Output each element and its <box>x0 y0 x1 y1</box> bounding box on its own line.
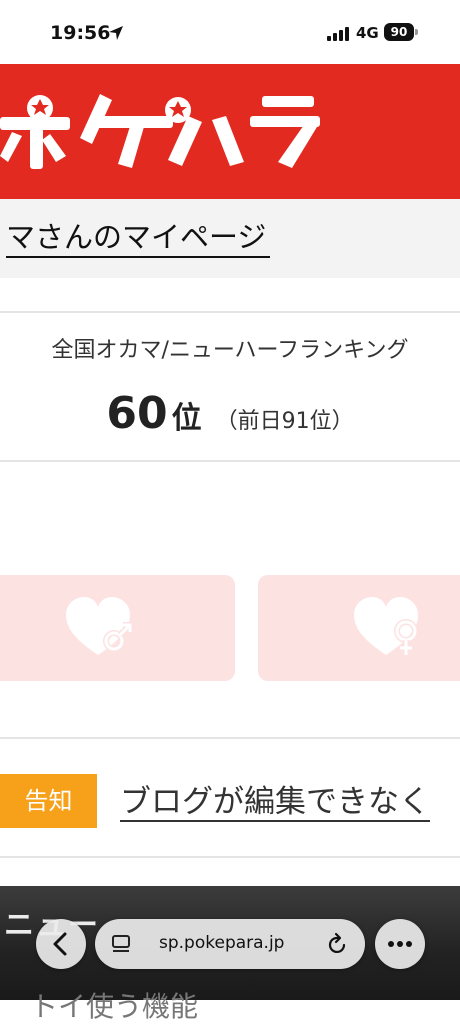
chevron-left-icon <box>53 932 67 956</box>
battery-icon: 90 <box>384 23 414 41</box>
notice-badge: 告知 <box>0 774 97 828</box>
male-card-button[interactable] <box>0 575 235 681</box>
ranking-label: 全国オカマ/ニューハーフランキング <box>51 338 409 363</box>
previous-rank: （前日91位） <box>215 409 354 434</box>
notice-link[interactable]: ブログが編集できなく <box>120 776 430 821</box>
page-title[interactable]: マさんのマイページ <box>6 218 271 258</box>
rank-unit: 位 <box>171 401 202 436</box>
female-card-button[interactable] <box>258 575 460 681</box>
status-time: 19:56 <box>50 22 111 44</box>
divider <box>0 856 460 858</box>
divider <box>0 460 460 462</box>
battery-cap <box>415 29 418 35</box>
rank-number: 60 <box>106 388 168 439</box>
rank-display: 60 位 （前日91位） <box>0 388 460 439</box>
url-bar[interactable]: sp.pokepara.jp <box>95 919 365 969</box>
pokepara-logo[interactable] <box>0 64 460 199</box>
cellular-signal-icon <box>327 27 349 41</box>
network-label: 4G <box>356 24 379 42</box>
ellipsis-icon <box>388 941 412 947</box>
heart-female-icon <box>354 597 418 655</box>
menu-subtext: トイ使う機能 <box>30 990 199 1023</box>
page-menu-icon <box>112 935 130 952</box>
more-button[interactable] <box>375 919 425 969</box>
location-arrow-icon <box>109 26 123 40</box>
heart-male-icon <box>66 597 133 655</box>
divider <box>0 737 460 739</box>
reload-icon[interactable] <box>327 932 349 956</box>
url-text: sp.pokepara.jp <box>159 933 285 953</box>
site-header[interactable] <box>0 64 460 199</box>
divider <box>0 311 460 313</box>
back-button[interactable] <box>36 919 86 969</box>
status-bar: 19:56 4G 90 <box>0 0 460 64</box>
